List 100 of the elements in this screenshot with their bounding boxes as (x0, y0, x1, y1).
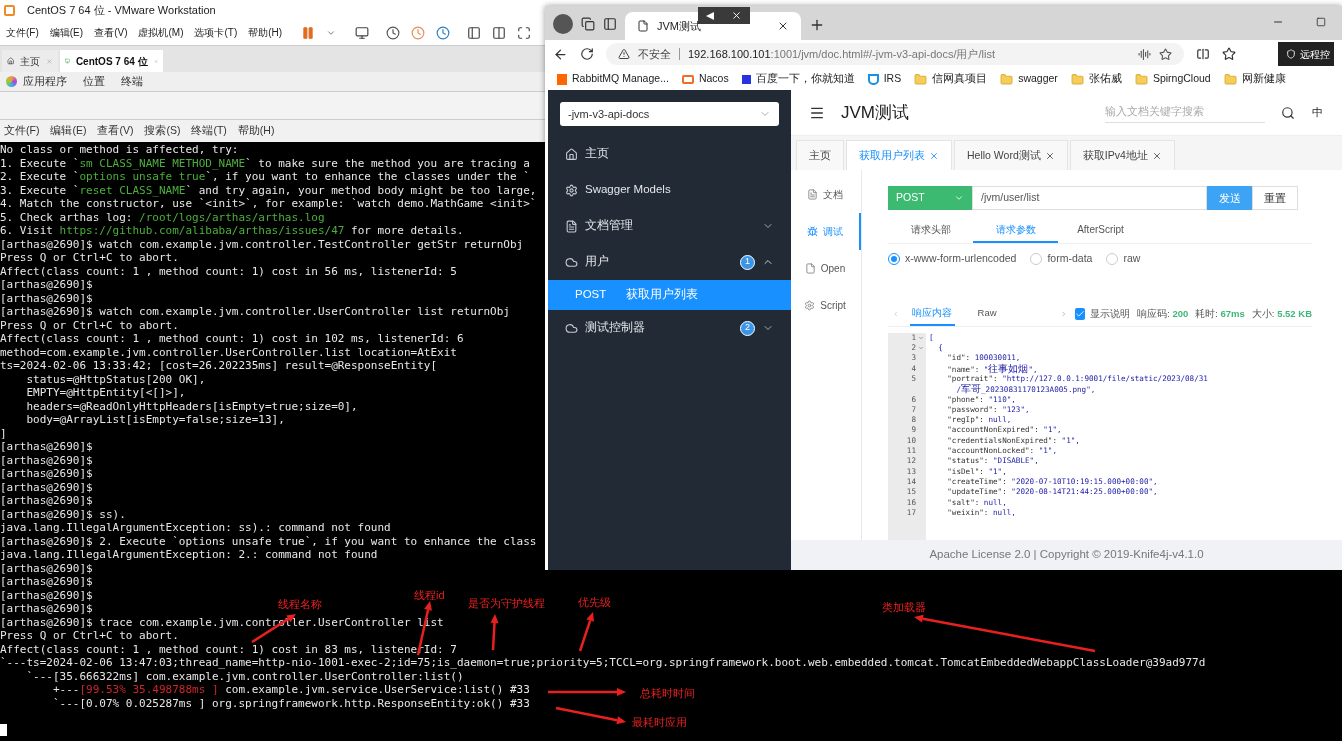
terminal-line: [arthas@2690]$ (0, 575, 93, 589)
group-select[interactable]: -jvm-v3-api-docs (560, 102, 779, 126)
reload-icon[interactable] (580, 47, 594, 61)
bookmark-link[interactable]: 网新健康 (1241, 71, 1286, 87)
menu-item[interactable]: 虚拟机(M) (138, 25, 184, 40)
checkbox[interactable] (1075, 308, 1086, 321)
terminal-line: java.lang.IllegalArgumentException: 2.: command not found (0, 548, 378, 562)
terminal-menu-item[interactable]: 编辑(E) (50, 123, 87, 139)
terminal-line: +---[99.53% 35.498788ms ] com.example.jvm.service.UserService:list() #33 (51, 683, 530, 697)
fullscreen-icon[interactable] (517, 25, 532, 40)
terminal-menu-item[interactable]: 搜索(S) (144, 123, 181, 139)
bookmark-link[interactable]: RabbitMQ Manage... (572, 71, 669, 87)
terminal-line: 1. Execute `sm CLASS_NAME METHOD_NAME` to make sure the method you are tracing a (0, 156, 530, 170)
terminal-line: Press Q or Ctrl+C to abort. (0, 251, 179, 265)
gear-icon (565, 183, 578, 197)
terminal-line: 4. Match the constructor, use `<init>`, for example: `watch demo.MathGame <init>` (0, 197, 537, 211)
terminal-line: [arthas@2690]$ 2. Execute `options unsafe true`, if you want to enhance the class (0, 534, 537, 548)
split-screen-icon[interactable] (1196, 47, 1210, 61)
top-bar-menu[interactable]: 终端 (121, 73, 143, 90)
pause-icon[interactable] (301, 25, 316, 40)
cloud-icon (565, 321, 578, 335)
menu-item[interactable]: 帮助(H) (248, 25, 283, 40)
menu-item[interactable]: 编辑(E) (49, 25, 84, 40)
bookmark-link[interactable]: Nacos (698, 71, 729, 87)
terminal-line: [arthas@2690]$ ss). (0, 507, 126, 521)
close-icon[interactable] (777, 20, 789, 32)
pin-icon[interactable] (706, 11, 715, 20)
nav-item[interactable]: 用户 1 (548, 244, 791, 280)
path-field[interactable]: /jvm/user/list (972, 186, 1207, 210)
collections-icon[interactable] (581, 17, 595, 31)
folder-icon (914, 72, 928, 86)
language-label: 中 (1311, 105, 1324, 121)
terminal-line: Affect(class count: 1 , method count: 1) cost in 56 ms, listenerId: 5 (0, 264, 457, 278)
top-bar-menu[interactable]: 应用程序 (23, 73, 67, 90)
checkbox-label: 显示说明 (1090, 307, 1131, 322)
apps-icon[interactable] (6, 76, 17, 87)
panel-icon[interactable] (467, 25, 482, 40)
side-tab[interactable]: Script (791, 287, 861, 324)
layout-icon[interactable] (492, 25, 507, 40)
terminal-menu-item[interactable]: 终端(T) (191, 123, 227, 139)
terminal-menu-item[interactable]: 文件(F) (4, 123, 40, 139)
bug-icon (807, 226, 818, 237)
monitor-icon[interactable] (355, 25, 370, 40)
menu-item[interactable]: 选项卡(T) (194, 25, 238, 40)
doc-tab[interactable]: 获取IPv4地址 (1069, 140, 1175, 170)
terminal-menu-item[interactable]: 帮助(H) (237, 123, 275, 139)
reset-button[interactable]: 重置 (1252, 186, 1298, 210)
read-aloud-icon[interactable] (1138, 47, 1151, 61)
response-tab[interactable]: Raw (964, 302, 1010, 326)
bookmark-link[interactable]: swagger (1018, 71, 1058, 87)
close-icon[interactable] (730, 10, 742, 21)
vm-tab[interactable]: 主页 (2, 50, 58, 72)
annotation-label: 类加载器 (882, 600, 926, 615)
nav-item[interactable]: 文档管理 (548, 208, 791, 244)
top-bar-menu[interactable]: 位置 (83, 73, 105, 90)
nav-item[interactable]: 测试控制器 2 (548, 310, 791, 346)
sidebar-icon[interactable] (603, 17, 617, 31)
side-tab[interactable]: Open (791, 250, 861, 287)
annotation-label: 总耗时时间 (640, 686, 695, 701)
back-icon[interactable] (553, 46, 568, 62)
bookmark-link[interactable]: 百度一下，你就知道 (755, 71, 855, 87)
folder-icon (1070, 72, 1084, 86)
terminal-line: 2. Execute `options unsafe true`, if you want to enhance the classes under the ` (0, 170, 530, 184)
menu-item[interactable]: 查看(V) (94, 25, 128, 40)
clock-icon[interactable] (436, 25, 451, 40)
terminal-line: [arthas@2690]$ (0, 588, 93, 602)
star-icon[interactable] (1159, 47, 1172, 61)
side-tab[interactable]: 文档 (791, 176, 861, 213)
favorites-icon[interactable] (1222, 47, 1236, 61)
clock-icon[interactable] (386, 25, 401, 40)
profile-avatar[interactable] (553, 14, 573, 34)
address-field[interactable]: 不安全 192.168.100.101:1001/jvm/doc.html#/-jvm-v3-api-docs/用户/list (606, 43, 1184, 65)
close-icon[interactable] (1044, 150, 1055, 161)
request-tab[interactable]: AfterScript (1058, 218, 1143, 243)
bookmark-link[interactable]: SpirngCloud (1152, 71, 1211, 87)
nav-item[interactable]: Swagger Models (548, 172, 791, 208)
nav-item[interactable]: 主页 (548, 136, 791, 172)
document-icon (807, 189, 818, 200)
tab-title: JVM测试 (657, 18, 702, 34)
bookmark-link[interactable]: 张佑威 (1088, 71, 1122, 87)
menu-item[interactable]: 文件(F) (6, 25, 39, 40)
maximize-icon[interactable] (1316, 17, 1326, 27)
home-icon (7, 56, 15, 66)
search-icon[interactable] (1281, 105, 1295, 120)
bookmark-link[interactable]: 信网真项目 (932, 71, 988, 87)
bookmark-link[interactable]: IRS (883, 71, 902, 87)
search-field[interactable]: 输入文档关键字搜索 (1105, 102, 1265, 123)
folder-icon (1134, 72, 1148, 86)
doc-tab[interactable]: Hello Word测试 (954, 140, 1068, 170)
remote-control-button[interactable]: 远程控 (1278, 42, 1334, 66)
new-tab-icon[interactable] (809, 17, 825, 33)
terminal-line: `---ts=2024-02-06 13:47:03;thread_name=http-nio-1001-exec-2;id=75;is_daemon=true;priority=5;TCCL=org.springframework.boot.web.embedded.tomcat.TomcatEmbeddedWebappClassLoader@39ad977d (0, 656, 1206, 670)
folder-icon (1000, 72, 1014, 86)
doc-tab[interactable]: 主页 (796, 140, 844, 170)
file-icon (804, 263, 816, 274)
vm-tab[interactable]: CentOS 7 64 位 (60, 50, 163, 72)
close-icon[interactable] (1151, 150, 1162, 161)
request-tab[interactable]: 请求头部 (888, 218, 973, 243)
terminal-menu-item[interactable]: 查看(V) (97, 123, 134, 139)
terminal-line: EMPTY=@HttpEntity[<[]>], (25, 386, 186, 400)
